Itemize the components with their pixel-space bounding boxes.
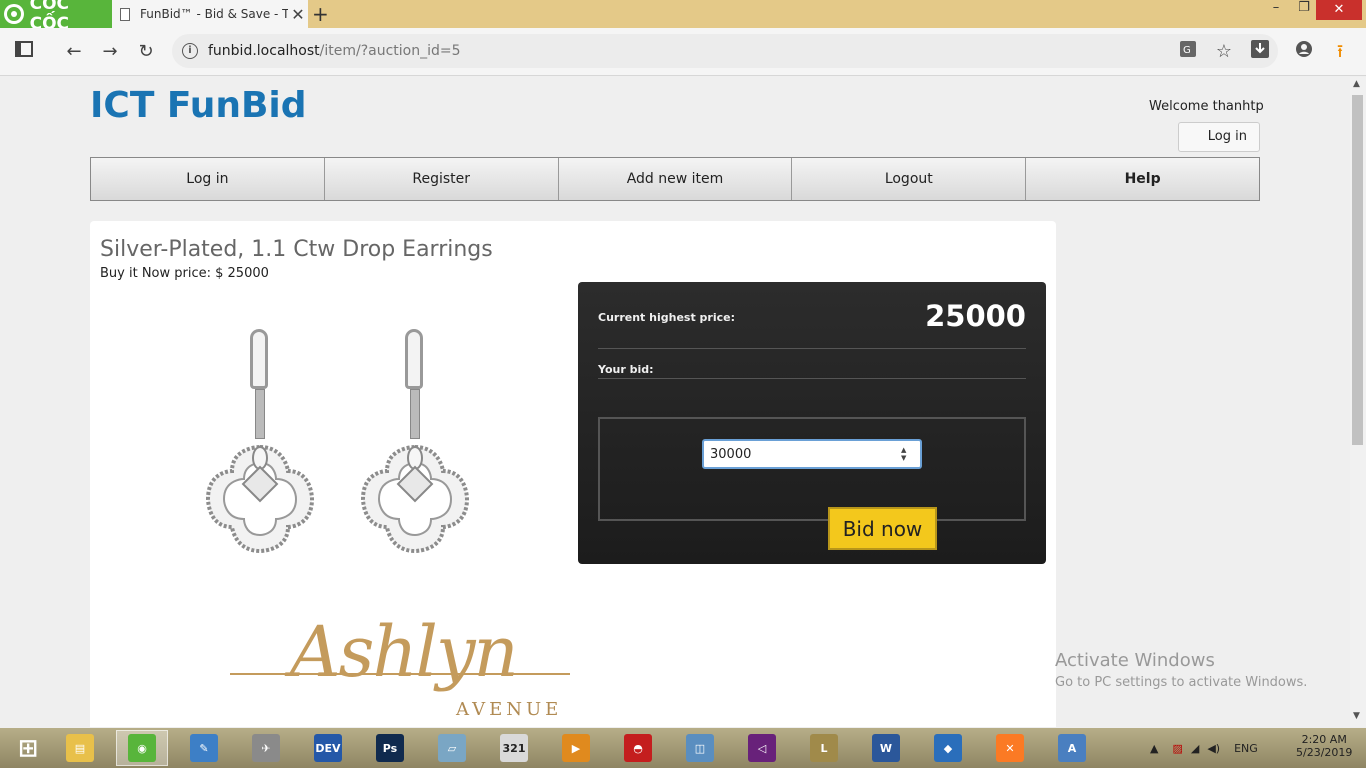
taskbar-notes-icon[interactable]: ▱ <box>426 730 478 766</box>
item-title: Silver-Plated, 1.1 Ctw Drop Earrings <box>100 237 493 262</box>
earring-right <box>350 321 480 571</box>
item-image <box>190 321 490 581</box>
taskbar-media-icon[interactable]: ▶ <box>550 730 602 766</box>
reload-icon[interactable]: ↻ <box>134 40 158 64</box>
clock-date: 5/23/2019 <box>1296 746 1353 759</box>
page-scrollbar[interactable]: ▲ ▼ <box>1350 77 1366 727</box>
taskbar-garena-icon[interactable]: ◓ <box>612 730 664 766</box>
bid-amount-input[interactable] <box>702 439 922 469</box>
coccoc-logo-icon <box>4 4 24 24</box>
nav-item-logout[interactable]: Logout <box>792 158 1027 200</box>
bid-input-box: ▲▼ <box>598 417 1026 521</box>
nav-item-help[interactable]: Help <box>1026 158 1259 200</box>
scroll-down-icon[interactable]: ▼ <box>1353 711 1360 721</box>
bid-now-button[interactable]: Bid now <box>828 507 937 550</box>
svg-text:G: G <box>1183 45 1191 56</box>
buy-now-price: Buy it Now price: $ 25000 <box>100 266 269 281</box>
taskbar-league-icon[interactable]: L <box>798 730 850 766</box>
bookmark-star-icon[interactable]: ☆ <box>1212 40 1236 64</box>
clock-time: 2:20 AM <box>1301 733 1347 746</box>
earring-left <box>195 321 325 571</box>
browser-toolbar: ← → ↻ i funbid.localhost/item/?auction_i… <box>0 28 1366 76</box>
scroll-up-icon[interactable]: ▲ <box>1353 79 1360 89</box>
maximize-button[interactable]: ❐ <box>1290 0 1318 22</box>
signal-icon[interactable]: ◢ <box>1191 742 1199 755</box>
close-window-button[interactable]: ✕ <box>1316 0 1362 20</box>
minimize-button[interactable]: – <box>1262 0 1290 22</box>
coccoc-brand[interactable]: CỐC CỐC <box>0 0 112 34</box>
brand-logo: Ashlyn AVENUE <box>230 611 570 727</box>
taskbar-visual-studio-icon[interactable]: ◁ <box>736 730 788 766</box>
site-info-icon[interactable]: i <box>182 43 198 59</box>
taskbar-file-explorer-icon[interactable]: ▤ <box>54 730 106 766</box>
bid-panel: Current highest price: 25000 Your bid: ▲… <box>578 282 1046 564</box>
address-bar[interactable]: i funbid.localhost/item/?auction_id=5 <box>172 34 1278 68</box>
close-tab-icon[interactable]: ✕ <box>288 5 308 24</box>
nav-item-add-new-item[interactable]: Add new item <box>559 158 793 200</box>
taskbar-editor-icon[interactable]: A <box>1046 730 1098 766</box>
browser-tab[interactable]: FunBid™ - Bid & Save - Th ✕ <box>112 0 308 28</box>
current-price-label: Current highest price: <box>598 311 735 324</box>
new-tab-button[interactable]: + <box>312 2 329 26</box>
forward-icon[interactable]: → <box>98 40 122 64</box>
login-button[interactable]: Log in <box>1178 122 1260 152</box>
clock[interactable]: 2:20 AM 5/23/2019 <box>1296 733 1352 759</box>
taskbar-paint-icon[interactable]: ✎ <box>178 730 230 766</box>
nav-item-login[interactable]: Log in <box>91 158 325 200</box>
upload-icon[interactable]: ⭱ <box>1328 40 1352 64</box>
taskbar-coccoc-icon[interactable]: ◉ <box>116 730 168 766</box>
taskbar-monitor-icon[interactable]: ◫ <box>674 730 726 766</box>
main-nav: Log in Register Add new item Logout Help <box>90 157 1260 201</box>
divider <box>598 378 1026 379</box>
taskbar-virtualbox-icon[interactable]: ◆ <box>922 730 974 766</box>
taskbar-photoshop-icon[interactable]: Ps <box>364 730 416 766</box>
nav-item-register[interactable]: Register <box>325 158 559 200</box>
web-page: ICT FunBid Welcome thanhtp Log in Log in… <box>0 77 1350 727</box>
volume-icon[interactable]: ◀) <box>1207 742 1220 755</box>
account-icon[interactable] <box>1292 40 1316 64</box>
page-icon <box>120 7 130 21</box>
tab-title: FunBid™ - Bid & Save - Th <box>140 7 288 21</box>
divider <box>598 348 1026 349</box>
system-tray: ▲ ▨ ◢ ◀) ENG <box>1150 728 1258 768</box>
back-icon[interactable]: ← <box>62 40 86 64</box>
network-icon[interactable]: ▨ <box>1172 742 1182 755</box>
language-indicator[interactable]: ENG <box>1234 742 1258 755</box>
taskbar-satellite-icon[interactable]: ✈ <box>240 730 292 766</box>
taskbar-xampp-icon[interactable]: ✕ <box>984 730 1036 766</box>
scrollbar-thumb[interactable] <box>1352 95 1363 445</box>
number-spinner-icon[interactable]: ▲ ▼ <box>901 446 906 462</box>
download-icon[interactable] <box>1248 40 1272 64</box>
browser-tabbar: CỐC CỐC FunBid™ - Bid & Save - Th ✕ + – … <box>0 0 1366 34</box>
url-text[interactable]: funbid.localhost/item/?auction_id=5 <box>208 43 461 59</box>
taskbar-calendar-icon[interactable]: 321 <box>488 730 540 766</box>
current-price-value: 25000 <box>925 299 1026 333</box>
tray-expand-icon[interactable]: ▲ <box>1150 742 1158 755</box>
taskbar-word-icon[interactable]: W <box>860 730 912 766</box>
site-title[interactable]: ICT FunBid <box>90 85 307 126</box>
sidebar-toggle-icon[interactable] <box>12 40 36 64</box>
taskbar-devc-icon[interactable]: DEV <box>302 730 354 766</box>
activate-windows-watermark: Activate Windows Go to PC settings to ac… <box>1055 650 1308 690</box>
taskbar-start-icon[interactable]: ⊞ <box>2 730 54 766</box>
welcome-text: Welcome thanhtp <box>1149 99 1264 114</box>
your-bid-label: Your bid: <box>598 363 654 376</box>
translate-icon[interactable]: G <box>1176 40 1200 64</box>
